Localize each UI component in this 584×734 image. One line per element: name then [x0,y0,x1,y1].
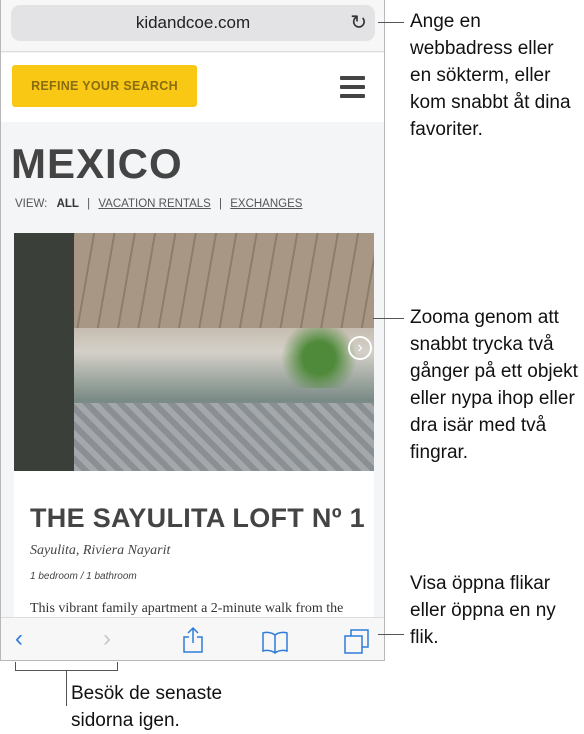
refine-search-button[interactable]: REFINE YOUR SEARCH [12,65,197,107]
address-field[interactable]: kidandcoe.com ↻ [11,5,375,41]
hamburger-menu-icon[interactable] [340,76,365,103]
listing-rooms: 1 bedroom / 1 bathroom [30,571,137,582]
zoom-callout: Zooma genom att snabbt trycka två gånger… [410,307,578,463]
callout-line [373,318,404,319]
listing-location: Sayulita, Riviera Nayarit [30,543,171,558]
listing-title[interactable]: THE SAYULITA LOFT Nº 1 [30,503,365,534]
back-icon[interactable]: ‹ [15,624,23,654]
callout-line [378,634,404,635]
address-callout: Ange en webbadress eller en sökterm, ell… [410,11,571,140]
next-photo-icon[interactable]: › [348,336,372,360]
view-all-link[interactable]: ALL [57,198,79,210]
safari-window: kidandcoe.com ↻ REFINE YOUR SEARCH MEXIC… [0,0,385,661]
callout-line [378,22,404,23]
forward-icon[interactable]: › [103,624,111,654]
exchanges-link[interactable]: EXCHANGES [230,198,302,210]
site-header: REFINE YOUR SEARCH [1,53,384,122]
url-text: kidandcoe.com [135,13,251,32]
vacation-rentals-link[interactable]: VACATION RENTALS [98,198,210,210]
view-filter: VIEW: ALL | VACATION RENTALS | EXCHANGES [15,198,303,210]
address-bar-area: kidandcoe.com ↻ [1,0,384,52]
listing-card[interactable]: › THE SAYULITA LOFT Nº 1 Sayulita, Rivie… [14,233,374,660]
history-callout: Besök de senaste sidorna igen. [71,683,223,731]
tabs-callout: Visa öppna flikar eller öppna en ny flik… [410,573,556,648]
listing-photo[interactable]: › [14,233,374,471]
listing-description: This vibrant family apartment a 2-minute… [30,601,344,616]
tabs-icon[interactable] [343,628,371,654]
page-title: MEXICO [11,140,183,187]
reload-icon[interactable]: ↻ [350,5,367,41]
share-icon[interactable] [181,626,205,654]
bookmarks-icon[interactable] [261,630,289,654]
view-label: VIEW: [15,198,48,210]
bottom-toolbar: ‹ › [1,617,384,660]
